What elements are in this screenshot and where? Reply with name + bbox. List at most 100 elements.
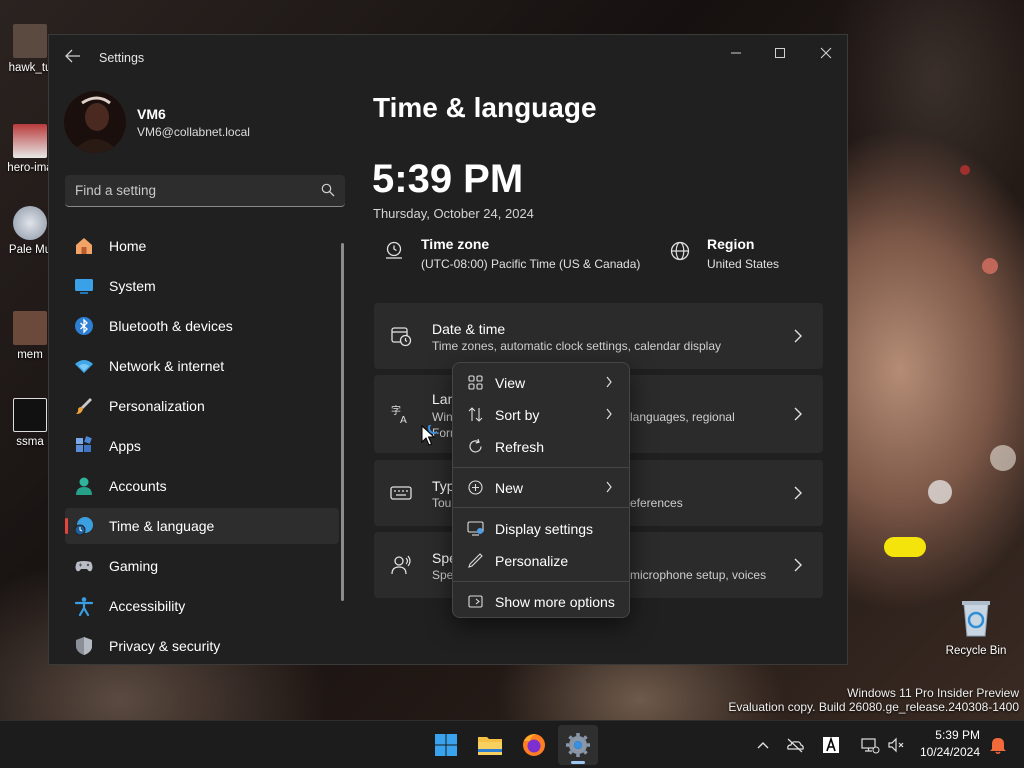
menu-item-new[interactable]: New <box>457 472 625 502</box>
card-title: Date & time <box>432 321 506 337</box>
menu-separator <box>453 581 629 582</box>
maximize-button[interactable] <box>757 39 803 67</box>
sidebar-item-system[interactable]: System <box>65 268 339 304</box>
wallpaper-light <box>884 537 926 557</box>
back-arrow-icon[interactable] <box>63 49 83 67</box>
sidebar-item-label: Accounts <box>109 478 167 494</box>
screenshot-thumbnail-icon <box>13 398 47 432</box>
wifi-icon <box>75 360 93 373</box>
wallpaper-light <box>960 165 970 175</box>
desktop-icon-label: mem <box>17 349 43 361</box>
settings-window: Settings VM6 VM6@collabnet.local Home <box>48 34 848 665</box>
sidebar-item-home[interactable]: Home <box>65 228 339 264</box>
search-icon[interactable] <box>321 183 335 197</box>
globe-icon <box>670 241 690 261</box>
menu-item-refresh[interactable]: Refresh <box>457 431 625 461</box>
file-explorer-button[interactable] <box>470 725 510 765</box>
bluetooth-icon <box>75 317 93 335</box>
brush-icon <box>76 398 92 414</box>
grid-view-icon <box>468 375 483 390</box>
close-button[interactable] <box>803 39 847 67</box>
time-zone-icon <box>386 241 402 259</box>
tray-date[interactable]: 10/24/2024 <box>920 745 980 759</box>
desktop-icon-label: ssma <box>16 436 44 448</box>
chevron-right-icon <box>606 376 612 388</box>
menu-item-label: Show more options <box>495 594 615 610</box>
desktop-icon-label: Recycle Bin <box>945 645 1007 657</box>
onedrive-offline-icon[interactable] <box>785 735 805 755</box>
recycle-bin-icon <box>962 601 990 637</box>
menu-separator <box>453 467 629 468</box>
avatar[interactable] <box>64 91 126 153</box>
search-box[interactable] <box>65 175 345 207</box>
card-subtitle: Spe <box>432 568 454 582</box>
recycle-bin[interactable]: Recycle Bin <box>940 598 1012 657</box>
menu-item-sort-by[interactable]: Sort by <box>457 399 625 429</box>
sidebar-item-accessibility[interactable]: Accessibility <box>65 588 339 624</box>
speech-icon <box>391 555 411 575</box>
firefox-button[interactable] <box>514 725 554 765</box>
mouse-cursor-icon <box>421 425 437 446</box>
menu-separator <box>453 507 629 508</box>
title-bar[interactable]: Settings <box>49 35 847 81</box>
shortcut-thumbnail-icon <box>13 206 47 240</box>
settings-taskbar-button[interactable] <box>558 725 598 765</box>
menu-item-show-more-options[interactable]: Show more options <box>457 586 625 616</box>
minimize-button[interactable] <box>713 39 759 67</box>
menu-item-personalize[interactable]: Personalize <box>457 545 625 575</box>
refresh-icon <box>469 438 482 453</box>
tray-time[interactable]: 5:39 PM <box>935 728 980 742</box>
svg-text:A: A <box>400 415 407 425</box>
start-button[interactable] <box>426 725 466 765</box>
sidebar-item-personalization[interactable]: Personalization <box>65 388 339 424</box>
sidebar-item-bluetooth[interactable]: Bluetooth & devices <box>65 308 339 344</box>
sidebar-item-time-language[interactable]: Time & language <box>65 508 339 544</box>
menu-item-display-settings[interactable]: Display settings <box>457 513 625 543</box>
card-subtitle-tail: eferences <box>630 496 683 510</box>
chevron-right-icon <box>794 329 802 343</box>
chevron-up-icon[interactable] <box>753 735 773 755</box>
shield-icon <box>76 637 92 655</box>
sidebar-item-label: Home <box>109 238 147 254</box>
card-subtitle-tail: microphone setup, voices <box>630 568 767 582</box>
current-date: Thursday, October 24, 2024 <box>373 206 534 221</box>
card-subtitle: Win <box>432 410 453 424</box>
menu-item-label: Personalize <box>495 553 569 569</box>
watermark-line: Evaluation copy. Build 26080.ge_release.… <box>728 700 1019 714</box>
search-input[interactable] <box>75 183 305 198</box>
chevron-right-icon <box>794 407 802 421</box>
menu-item-view[interactable]: View <box>457 367 625 397</box>
app-tray-icon[interactable] <box>821 735 841 755</box>
desktop-context-menu: View Sort by Refresh New Display setting… <box>452 362 630 618</box>
menu-item-label: New <box>495 480 524 496</box>
network-icon[interactable] <box>860 735 880 755</box>
sidebar-item-apps[interactable]: Apps <box>65 428 339 464</box>
display-settings-icon <box>467 521 484 536</box>
sidebar-item-label: Apps <box>109 438 141 454</box>
time-zone-value: (UTC-08:00) Pacific Time (US & Canada) <box>421 257 641 271</box>
wallpaper-light <box>982 258 998 274</box>
volume-muted-icon[interactable] <box>886 735 906 755</box>
firefox-icon <box>523 734 545 756</box>
watermark-line: Windows 11 Pro Insider Preview <box>847 686 1019 700</box>
notification-bell-icon[interactable] <box>988 735 1008 755</box>
sort-icon <box>468 407 483 422</box>
profile-email: VM6@collabnet.local <box>137 125 250 139</box>
wallpaper-light <box>928 480 952 504</box>
sidebar-item-privacy[interactable]: Privacy & security <box>65 628 339 664</box>
sidebar-scrollbar[interactable] <box>341 243 344 601</box>
menu-item-label: View <box>495 375 526 391</box>
settings-icon <box>566 733 590 757</box>
region-value: United States <box>707 257 780 271</box>
sidebar-item-network[interactable]: Network & internet <box>65 348 339 384</box>
sidebar-item-accounts[interactable]: Accounts <box>65 468 339 504</box>
date-time-card[interactable]: Date & time Time zones, automatic clock … <box>374 303 823 369</box>
sidebar-item-gaming[interactable]: Gaming <box>65 548 339 584</box>
image-thumbnail-icon <box>13 311 47 345</box>
language-icon: 字A <box>391 404 407 425</box>
file-thumbnail-icon <box>13 24 47 58</box>
chevron-right-icon <box>794 558 802 572</box>
menu-item-label: Sort by <box>495 407 540 423</box>
card-subtitle: Time zones, automatic clock settings, ca… <box>432 339 722 353</box>
sidebar-nav: Home System Bluetooth & devices Network … <box>65 228 339 664</box>
